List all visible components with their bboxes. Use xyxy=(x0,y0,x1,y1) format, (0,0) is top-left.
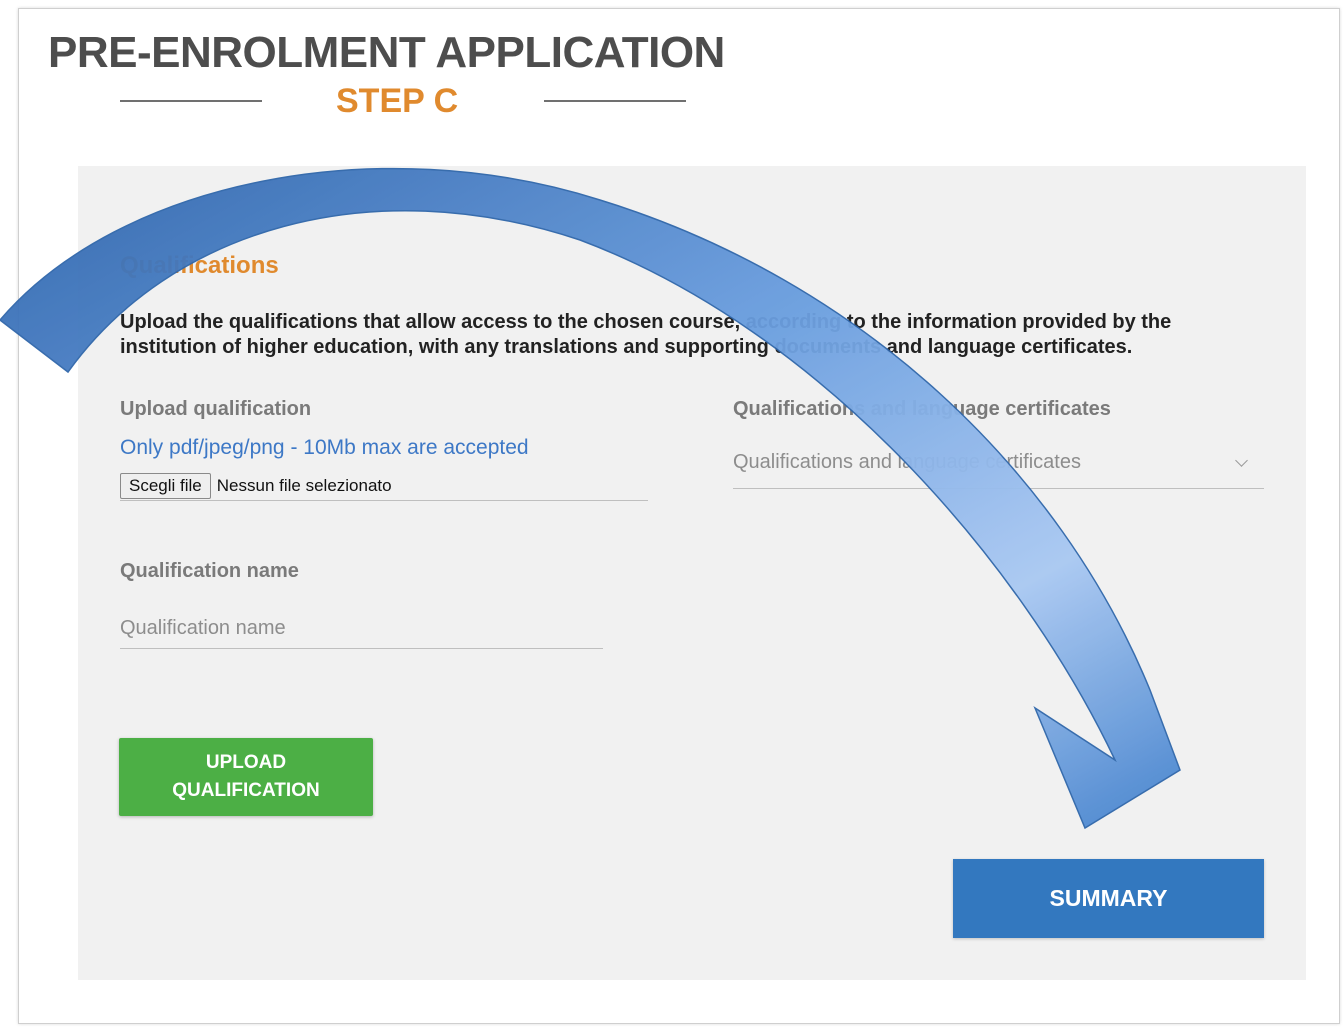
choose-file-button[interactable]: Scegli file xyxy=(120,473,211,499)
summary-button[interactable]: SUMMARY xyxy=(953,859,1264,938)
step-indicator: STEP C xyxy=(336,82,459,120)
upload-qualification-button[interactable]: UPLOAD QUALIFICATION xyxy=(119,738,373,816)
section-description: Upload the qualifications that allow acc… xyxy=(120,311,1172,358)
chevron-down-icon xyxy=(1235,454,1248,467)
qualification-type-label: Qualifications and language certificates xyxy=(733,398,1111,420)
qualification-type-value: Qualifications and language certificates xyxy=(733,451,1081,473)
page-title: PRE-ENROLMENT APPLICATION xyxy=(48,28,725,77)
qualification-name-input[interactable] xyxy=(120,608,603,649)
qualification-name-label: Qualification name xyxy=(120,560,299,582)
step-divider-right xyxy=(544,100,686,102)
section-title: Qualifications xyxy=(120,252,279,279)
no-file-selected-text: Nessun file selezionato xyxy=(216,476,392,495)
qualification-type-select[interactable]: Qualifications and language certificates xyxy=(733,448,1264,489)
file-input[interactable]: Scegli file Nessun file selezionato xyxy=(120,472,648,501)
step-divider-left xyxy=(120,100,262,102)
file-format-hint: Only pdf/jpeg/png - 10Mb max are accepte… xyxy=(120,436,529,459)
upload-qualification-label: Upload qualification xyxy=(120,398,312,420)
